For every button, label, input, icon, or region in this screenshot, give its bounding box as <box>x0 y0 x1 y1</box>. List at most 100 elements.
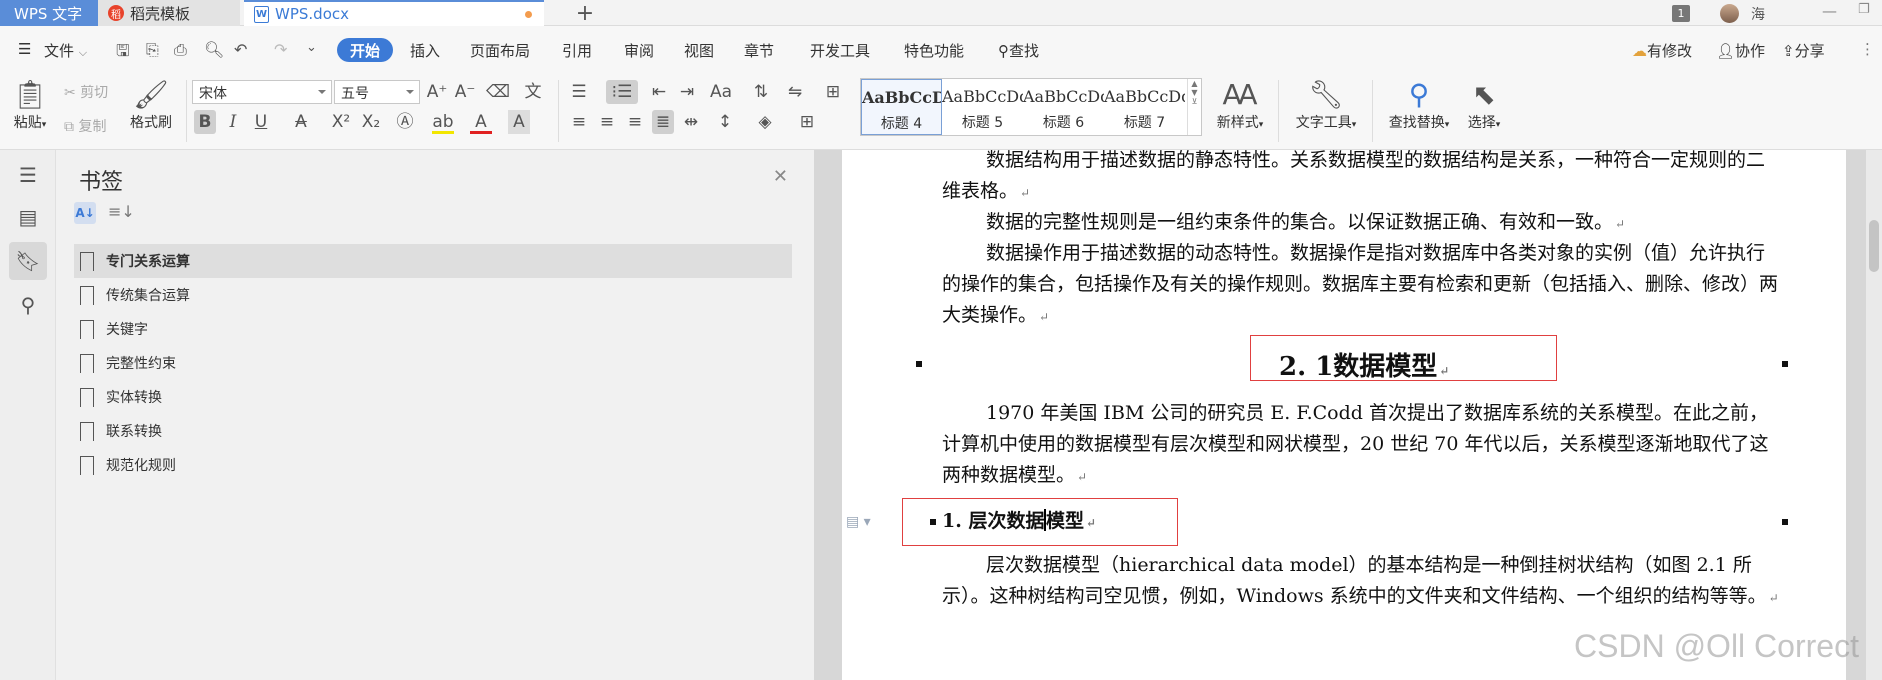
style-heading-5[interactable]: AaBbCcDd 标题 5 <box>942 79 1023 135</box>
document-page[interactable]: 数据结构用于描述数据的静态特性。关系数据模型的数据结构是关系，一种符合一定规则的… <box>842 149 1846 680</box>
paragraph[interactable]: 数据结构用于描述数据的静态特性。关系数据模型的数据结构是关系，一种符合一定规则的… <box>942 145 1780 209</box>
font-name-select[interactable]: 宋体 <box>192 80 332 104</box>
numbered-list-icon[interactable]: ⁝☰ <box>606 80 638 104</box>
restore-icon[interactable]: ❐ <box>1858 2 1870 17</box>
select-button[interactable]: ⬉ 选择▾ <box>1460 78 1508 132</box>
scrollbar-thumb[interactable] <box>1869 220 1879 272</box>
align-left-icon[interactable]: ≡ <box>568 110 590 134</box>
save-icon[interactable]: 🖫 <box>116 40 130 67</box>
paragraph[interactable]: 层次数据模型（hierarchical data model）的基本结构是一种倒… <box>942 550 1780 614</box>
paragraph[interactable]: 数据的完整性规则是一组约束条件的集合。以保证数据正确、有效和一致。 ↵ <box>942 207 1780 240</box>
window-count-badge[interactable]: 1 <box>1672 5 1690 22</box>
redo-icon[interactable]: ↷ <box>274 40 287 59</box>
tab-chapter[interactable]: 章节 <box>744 40 774 61</box>
bookmark-item[interactable]: 实体转换 <box>74 380 792 414</box>
bookmark-item[interactable]: 传统集合运算 <box>74 278 792 312</box>
more-icon[interactable]: ⋮ <box>1860 40 1875 58</box>
search-button[interactable]: ⚲查找 <box>998 40 1039 61</box>
sort-by-position-icon[interactable]: ≡↓ <box>108 202 135 221</box>
text-effect-icon[interactable]: Ⓐ <box>394 110 416 134</box>
vertical-scrollbar[interactable] <box>1866 150 1882 680</box>
paragraph[interactable]: 数据操作用于描述数据的动态特性。数据操作是指对数据库中各类对象的实例（值）允许执… <box>942 238 1780 333</box>
style-heading-6[interactable]: AaBbCcDd 标题 6 <box>1023 79 1104 135</box>
show-marks-icon[interactable]: ⊞ <box>822 80 844 104</box>
tab-developer[interactable]: 开发工具 <box>810 40 870 61</box>
outline-icon[interactable]: ☰ <box>9 156 47 194</box>
bookmark-item[interactable]: 联系转换 <box>74 414 792 448</box>
phonetic-guide-icon[interactable]: 文 <box>518 80 548 104</box>
tab-wps-writer[interactable]: WPS 文字 <box>0 0 98 26</box>
tab-document[interactable]: W WPS.docx <box>244 0 544 26</box>
font-shrink-icon[interactable]: A⁻ <box>454 80 476 104</box>
cut-button[interactable]: ✂ 剪切 <box>64 82 108 102</box>
line-spacing-icon[interactable]: ↕ <box>714 110 736 134</box>
tab-start[interactable]: 开始 <box>337 38 393 62</box>
paragraph-shading-icon[interactable]: ◈ <box>754 110 776 134</box>
bookmark-pane-icon[interactable]: 🔖︎ <box>9 242 47 280</box>
font-grow-icon[interactable]: A⁺ <box>426 80 448 104</box>
new-style-button[interactable]: Ꜳ 新样式▾ <box>1208 78 1272 132</box>
superscript-icon[interactable]: X² <box>330 110 352 134</box>
tab-features[interactable]: 特色功能 <box>904 40 964 61</box>
user-name[interactable]: 海 <box>1751 4 1765 24</box>
file-menu[interactable]: 文件 ⌵ <box>44 40 87 61</box>
clear-format-icon[interactable]: ⌫ <box>486 80 510 104</box>
bookmark-item[interactable]: 规范化规则 <box>74 448 792 482</box>
bookmark-item[interactable]: 关键字 <box>74 312 792 346</box>
tab-references[interactable]: 引用 <box>562 40 592 61</box>
tab-page-layout[interactable]: 页面布局 <box>470 40 530 61</box>
tab-review[interactable]: 审阅 <box>624 40 654 61</box>
minimize-icon[interactable]: — <box>1822 2 1837 20</box>
tab-daoke-templates[interactable]: 稻 稻壳模板 <box>98 0 240 26</box>
chapter-nav-icon[interactable]: ▤ <box>9 198 47 236</box>
borders-icon[interactable]: ⊞ <box>796 110 818 134</box>
style-heading-4[interactable]: AaBbCcDd 标题 4 <box>861 79 942 135</box>
style-heading-7[interactable]: AaBbCcDd 标题 7 <box>1104 79 1185 135</box>
find-replace-button[interactable]: ⚲ 查找替换▾ <box>1380 78 1458 132</box>
font-size-select[interactable]: 五号 <box>334 80 420 104</box>
decrease-indent-icon[interactable]: ⇤ <box>648 80 670 104</box>
share-button[interactable]: ⇪分享 <box>1782 40 1825 61</box>
heading-2[interactable]: 2. 1数据模型 ↵ <box>1279 346 1449 383</box>
new-tab-plus-icon[interactable]: + <box>572 0 598 26</box>
avatar[interactable] <box>1720 4 1739 23</box>
align-right-icon[interactable]: ≡ <box>624 110 646 134</box>
hamburger-icon[interactable]: ☰ <box>18 40 31 58</box>
sort-by-name-icon[interactable]: A↓ <box>74 202 96 224</box>
bookmark-item[interactable]: 专门关系运算 <box>74 244 792 278</box>
bold-icon[interactable]: B <box>194 110 216 134</box>
tab-insert[interactable]: 插入 <box>410 40 440 61</box>
copy-button[interactable]: ⧉ 复制 <box>64 116 106 136</box>
bullet-list-icon[interactable]: ☰ <box>568 80 590 104</box>
underline-icon[interactable]: U <box>250 110 272 134</box>
change-case-icon[interactable]: Aa <box>710 80 732 104</box>
paragraph[interactable]: 1970 年美国 IBM 公司的研究员 E. F.Codd 首次提出了数据库系统… <box>942 398 1780 493</box>
tab-view[interactable]: 视图 <box>684 40 714 61</box>
heading-3[interactable]: 1. 层次数据模型 ↵ <box>942 506 1096 533</box>
italic-icon[interactable]: I <box>222 110 244 134</box>
align-center-icon[interactable]: ≡ <box>596 110 618 134</box>
line-spacing-toggle-icon[interactable]: ⇋ <box>784 80 806 104</box>
output-icon[interactable]: ⎘ <box>146 40 159 60</box>
char-shading-icon[interactable]: A <box>508 110 530 134</box>
print-preview-icon[interactable]: 🔍︎ <box>204 40 224 59</box>
strikethrough-icon[interactable]: A <box>290 110 312 134</box>
distribute-icon[interactable]: ⇹ <box>680 110 702 134</box>
font-color-icon[interactable]: A <box>470 110 492 134</box>
print-icon[interactable]: ⎙ <box>174 40 187 60</box>
style-scroll-icon[interactable]: ▲ ▼ ⊻ <box>1187 79 1201 135</box>
customize-toolbar-icon[interactable]: ⌄ <box>306 40 317 55</box>
collaborate-button[interactable]: 👤︎协作 <box>1716 40 1765 61</box>
sort-icon[interactable]: ⇅ <box>750 80 772 104</box>
find-pane-icon[interactable]: ⚲ <box>9 286 47 324</box>
paste-button[interactable]: 📋︎ 粘贴▾ <box>10 78 50 132</box>
has-changes-button[interactable]: ☁有修改 <box>1632 40 1692 61</box>
format-painter-button[interactable]: 🖌︎ 格式刷 <box>126 78 176 132</box>
text-tools-button[interactable]: 🔧︎ 文字工具▾ <box>1286 78 1366 132</box>
bookmark-item[interactable]: 完整性约束 <box>74 346 792 380</box>
paragraph-layout-icon[interactable]: ▤ ▾ <box>846 514 871 530</box>
subscript-icon[interactable]: X₂ <box>360 110 382 134</box>
increase-indent-icon[interactable]: ⇥ <box>676 80 698 104</box>
justify-icon[interactable]: ≣ <box>652 110 674 134</box>
close-icon[interactable]: ✕ <box>773 166 788 187</box>
